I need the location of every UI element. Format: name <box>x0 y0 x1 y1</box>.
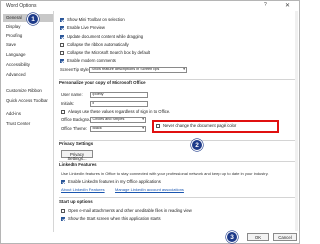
user-name-label: User name: <box>61 92 83 97</box>
ok-button[interactable]: OK <box>247 233 269 241</box>
collapse-search-label: Collapse the Microsoft Search box by def… <box>67 50 151 55</box>
enable-linkedin-label: Enable LinkedIn features in my Office ap… <box>68 179 161 184</box>
linkedin-heading: LinkedIn Features <box>59 162 97 167</box>
step-badge-2: 2 <box>191 139 203 151</box>
open-email-reading-view-label: Open e-mail attachments and other unedit… <box>68 208 192 213</box>
enable-live-preview-checkbox[interactable] <box>60 26 64 30</box>
screentip-style-value: Show feature descriptions in ScreenTips <box>91 67 160 72</box>
word-options-dialog: Word Options ? ✕ General Display Proofin… <box>0 0 300 244</box>
enable-linkedin-checkbox[interactable] <box>61 180 65 184</box>
show-start-screen-label: Show the Start screen when this applicat… <box>68 216 161 221</box>
office-theme-select[interactable]: Black ▾ <box>90 125 146 132</box>
office-background-select[interactable]: Circles and Stripes ▾ <box>90 116 146 123</box>
about-linkedin-link[interactable]: About LinkedIn Features <box>61 188 105 192</box>
always-use-values-checkbox[interactable] <box>61 109 65 114</box>
chevron-down-icon: ▾ <box>183 67 185 72</box>
sidebar-item-display[interactable]: Display <box>3 23 53 31</box>
privacy-heading: Privacy Settings <box>59 141 94 146</box>
sidebar-item-add-ins[interactable]: Add-ins <box>3 110 53 118</box>
show-start-screen-checkbox[interactable] <box>61 217 65 221</box>
office-theme-value: Black <box>92 126 102 131</box>
sidebar-item-accessibility[interactable]: Accessibility <box>3 61 53 69</box>
cancel-button[interactable]: Cancel <box>273 233 297 241</box>
window-title: Word Options <box>6 2 37 9</box>
sidebar-item-quick-access-toolbar[interactable]: Quick Access Toolbar <box>3 97 53 105</box>
open-email-reading-view-checkbox[interactable] <box>61 209 65 213</box>
sidebar-item-trust-center[interactable]: Trust Center <box>3 120 53 128</box>
screentip-style-select[interactable]: Show feature descriptions in ScreenTips … <box>89 66 187 73</box>
startup-heading: Start up options <box>59 199 93 204</box>
collapse-search-checkbox[interactable] <box>60 51 64 55</box>
personalize-heading: Personalize your copy of Microsoft Offic… <box>59 80 146 85</box>
scrollbar[interactable] <box>295 11 298 231</box>
title-bar: Word Options ? ✕ <box>1 1 299 11</box>
sidebar-item-proofing[interactable]: Proofing <box>3 32 53 40</box>
privacy-settings-button[interactable]: Privacy Settings... <box>61 150 93 161</box>
chevron-down-icon: ▾ <box>142 126 144 131</box>
sidebar: General Display Proofing Save Language A… <box>3 11 54 232</box>
update-content-dragging-label: Update document content while dragging <box>67 34 144 39</box>
section-divider <box>59 140 297 141</box>
enable-live-preview-label: Enable Live Preview <box>67 25 105 30</box>
close-icon[interactable]: ✕ <box>285 3 290 9</box>
collapse-ribbon-label: Collapse the ribbon automatically <box>67 42 129 47</box>
office-theme-label: Office Theme: <box>61 126 88 131</box>
enable-modern-comments-checkbox[interactable] <box>60 59 64 63</box>
initials-input[interactable]: li <box>90 100 148 107</box>
sidebar-item-save[interactable]: Save <box>3 41 53 49</box>
section-divider <box>59 197 297 198</box>
sidebar-item-customize-ribbon[interactable]: Customize Ribbon <box>3 87 53 95</box>
collapse-ribbon-checkbox[interactable] <box>60 43 64 47</box>
help-icon[interactable]: ? <box>264 3 267 8</box>
show-mini-toolbar-checkbox[interactable] <box>60 18 64 22</box>
show-mini-toolbar-label: Show Mini Toolbar on selection <box>67 17 125 22</box>
user-name-value: ipoetly <box>92 92 104 97</box>
initials-value: li <box>92 101 95 106</box>
screentip-style-label: ScreenTip style: <box>60 67 90 72</box>
user-name-input[interactable]: ipoetly <box>90 91 148 98</box>
update-content-dragging-checkbox[interactable] <box>60 35 64 39</box>
chevron-down-icon: ▾ <box>142 117 144 122</box>
initials-label: Initials: <box>61 101 75 106</box>
manage-linkedin-link[interactable]: Manage LinkedIn account associations <box>115 188 184 192</box>
step-badge-3: 3 <box>226 231 238 243</box>
sidebar-item-language[interactable]: Language <box>3 51 53 59</box>
office-background-value: Circles and Stripes <box>92 117 125 122</box>
highlight-box <box>152 120 279 133</box>
enable-modern-comments-label: Enable modern comments <box>67 58 116 63</box>
always-use-values-label: Always use these values regardless of si… <box>68 108 171 114</box>
step-badge-1: 1 <box>27 13 39 25</box>
sidebar-item-advanced[interactable]: Advanced <box>3 71 53 79</box>
linkedin-description: Use LinkedIn features in Office to stay … <box>61 172 269 176</box>
